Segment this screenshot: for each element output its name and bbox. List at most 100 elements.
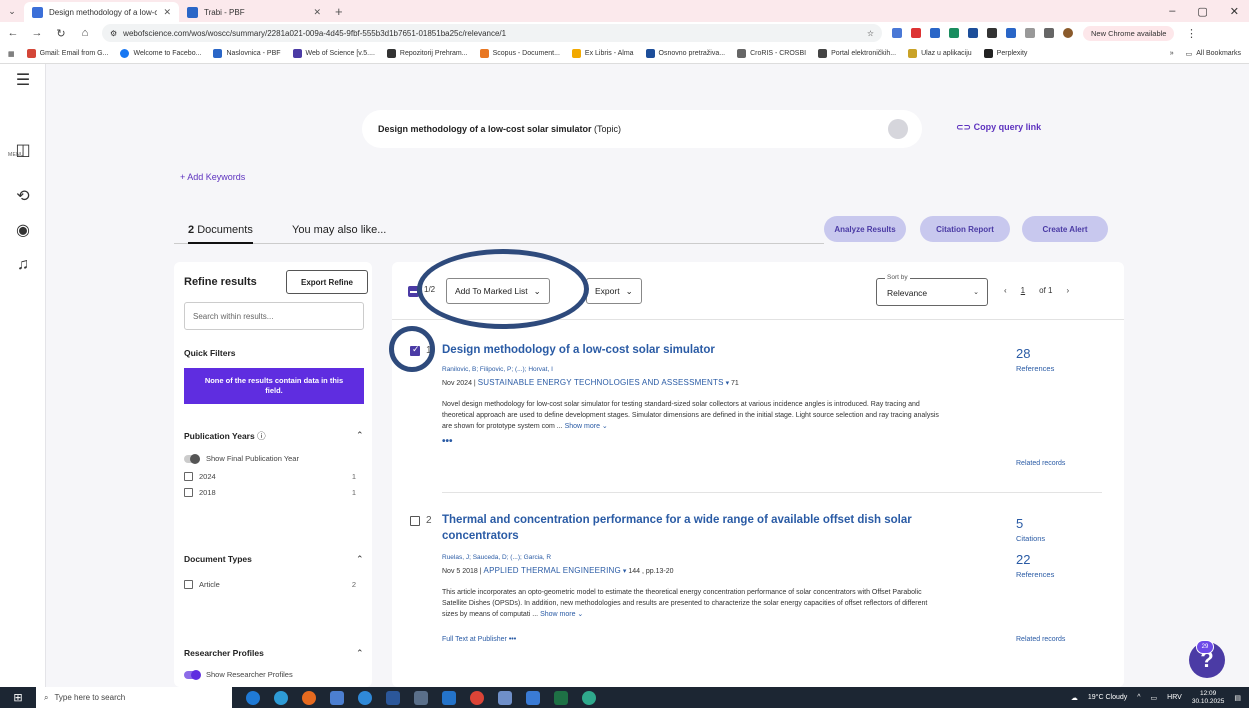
site-info-icon[interactable]: ⚙ <box>110 29 117 38</box>
app-icon[interactable] <box>386 690 400 705</box>
browser-tab-wos[interactable]: Design methodology of a low-c ✕ <box>24 2 179 22</box>
toggle-switch[interactable] <box>184 669 201 680</box>
export-button[interactable]: Export ⌄ <box>586 278 642 304</box>
browser-tab-trabi[interactable]: Trabi - PBF ✕ <box>179 2 329 22</box>
tray-chevron-icon[interactable]: ^ <box>1137 694 1140 701</box>
record-title-link[interactable]: Design methodology of a low-cost solar s… <box>442 342 942 358</box>
citations-count-link[interactable]: 5 <box>1016 516 1023 531</box>
maximize-icon[interactable]: ▢ <box>1197 5 1207 18</box>
show-more-link[interactable]: Show more ⌄ <box>540 611 583 618</box>
record-journal-link[interactable]: SUSTAINABLE ENERGY TECHNOLOGIES AND ASSE… <box>478 378 724 387</box>
new-chrome-available-button[interactable]: New Chrome available <box>1083 25 1175 41</box>
record-authors[interactable]: Ruelas, J; Sauceda, D; (...); Garcia, R <box>442 554 551 561</box>
weather-icon[interactable]: ☁ <box>1071 694 1078 702</box>
language-indicator[interactable]: HRV <box>1167 694 1182 701</box>
bookmark-item[interactable]: CroRIS - CROSBI <box>737 49 806 58</box>
bookmark-item[interactable]: Scopus - Document... <box>479 49 560 58</box>
tab-search-dropdown[interactable]: ⌄ <box>0 6 24 17</box>
info-icon[interactable]: ⓘ <box>257 431 266 441</box>
show-more-link[interactable]: Show more ⌄ <box>565 423 608 430</box>
bookmark-item[interactable]: Portal elektroničkih... <box>818 49 896 58</box>
all-bookmarks-folder[interactable]: ▭ All Bookmarks <box>1186 50 1241 58</box>
filter-year-2018[interactable]: 2018 1 <box>184 488 356 497</box>
search-go-icon[interactable] <box>888 119 908 139</box>
close-tab-icon[interactable]: ✕ <box>163 7 171 18</box>
minimize-icon[interactable]: – <box>1169 5 1175 17</box>
chevron-up-icon[interactable]: ⌃ <box>356 554 364 565</box>
reload-icon[interactable]: ↻ <box>54 27 68 40</box>
bookmark-item[interactable]: Osnovno pretraživa... <box>645 49 725 58</box>
search-query-box[interactable]: Design methodology of a low-cost solar s… <box>362 110 922 148</box>
bookmark-item[interactable]: Ulaz u aplikaciju <box>908 49 972 58</box>
forward-icon[interactable]: → <box>30 27 44 39</box>
filter-type-article[interactable]: Article 2 <box>184 580 356 589</box>
chevron-up-icon[interactable]: ⌃ <box>356 430 364 441</box>
menu-icon[interactable]: ☰ <box>0 70 46 90</box>
final-year-toggle[interactable]: Show Final Publication Year <box>184 453 356 464</box>
account-icon[interactable]: ◉ <box>0 220 46 240</box>
record-journal-link[interactable]: APPLIED THERMAL ENGINEERING <box>484 566 621 575</box>
references-count-link[interactable]: 28 <box>1016 346 1030 361</box>
extension-icon[interactable] <box>892 28 902 38</box>
app-icon[interactable] <box>414 690 428 705</box>
chevron-up-icon[interactable]: ⌃ <box>356 648 364 659</box>
new-tab-button[interactable]: + <box>329 4 349 19</box>
chrome-menu-icon[interactable]: ⋮ <box>1184 27 1198 40</box>
chrome-icon[interactable] <box>470 690 484 705</box>
show-profiles-toggle[interactable]: Show Researcher Profiles <box>184 669 356 680</box>
analyze-results-button[interactable]: Analyze Results <box>824 216 906 242</box>
windows-start-icon[interactable]: ⊞ <box>0 691 36 704</box>
address-bar[interactable]: ⚙ webofscience.com/wos/woscc/summary/228… <box>102 24 882 42</box>
edge-icon[interactable] <box>246 690 260 705</box>
next-page-icon[interactable]: › <box>1066 286 1069 295</box>
extensions-puzzle-icon[interactable] <box>1025 28 1035 38</box>
add-keywords-link[interactable]: + Add Keywords <box>180 172 245 182</box>
app-icon[interactable] <box>442 690 456 705</box>
marked-list-icon[interactable]: ◫ <box>0 140 46 160</box>
back-icon[interactable]: ← <box>6 27 20 39</box>
full-text-link[interactable]: Full Text at Publisher ••• <box>442 636 516 643</box>
bookmark-item[interactable]: Web of Science [v.5.... <box>292 49 375 58</box>
sort-by-select[interactable]: Sort by Relevance ⌄ <box>876 274 988 306</box>
filter-year-2024[interactable]: 2024 1 <box>184 472 356 481</box>
related-records-link[interactable]: Related records <box>1016 636 1065 643</box>
bookmark-item[interactable]: Naslovnica - PBF <box>213 49 281 58</box>
export-refine-button[interactable]: Export Refine <box>286 270 368 294</box>
network-icon[interactable]: ▭ <box>1151 694 1158 702</box>
home-icon[interactable]: ⌂ <box>78 27 92 39</box>
tab-you-may-also-like[interactable]: You may also like... <box>292 224 386 236</box>
checkbox[interactable] <box>184 488 193 497</box>
notifications-icon[interactable]: ▤ <box>1234 694 1241 702</box>
extension-icon[interactable] <box>949 28 959 38</box>
more-options-icon[interactable]: ••• <box>509 636 516 643</box>
page-number-input[interactable]: 1 <box>1021 286 1025 295</box>
chevron-down-icon[interactable]: ▾ <box>623 568 627 575</box>
app-icon[interactable] <box>582 690 596 705</box>
app-icon[interactable] <box>526 690 540 705</box>
app-icon[interactable] <box>330 690 344 705</box>
firefox-icon[interactable] <box>302 690 316 705</box>
more-options-icon[interactable]: ••• <box>442 436 453 447</box>
bookmark-item[interactable]: Perplexity <box>983 49 1027 58</box>
bookmark-star-icon[interactable]: ☆ <box>867 29 874 38</box>
extension-icon[interactable] <box>930 28 940 38</box>
search-within-input[interactable]: Search within results... <box>184 302 364 330</box>
extension-icon[interactable] <box>1006 28 1016 38</box>
checkbox[interactable] <box>184 472 193 481</box>
record-title-link[interactable]: Thermal and concentration performance fo… <box>442 512 942 544</box>
apps-grid-icon[interactable]: ▦ <box>8 50 15 58</box>
extension-icon[interactable] <box>911 28 921 38</box>
close-tab-icon[interactable]: ✕ <box>313 7 321 18</box>
record-authors[interactable]: Ranilovic, B; Filipovic, P; (...); Horva… <box>442 366 553 373</box>
profile-avatar-icon[interactable] <box>1063 28 1073 38</box>
more-bookmarks-icon[interactable]: » <box>1170 50 1174 57</box>
download-icon[interactable] <box>1044 28 1054 38</box>
taskbar-search-input[interactable]: ⌕ Type here to search <box>36 687 232 708</box>
app-icon[interactable] <box>274 690 288 705</box>
checkbox[interactable] <box>184 580 193 589</box>
extension-icon[interactable] <box>968 28 978 38</box>
prev-page-icon[interactable]: ‹ <box>1004 286 1007 295</box>
references-count-link[interactable]: 22 <box>1016 552 1030 567</box>
create-alert-button[interactable]: Create Alert <box>1022 216 1108 242</box>
bookmark-item[interactable]: Repozitorij Prehram... <box>386 49 468 58</box>
